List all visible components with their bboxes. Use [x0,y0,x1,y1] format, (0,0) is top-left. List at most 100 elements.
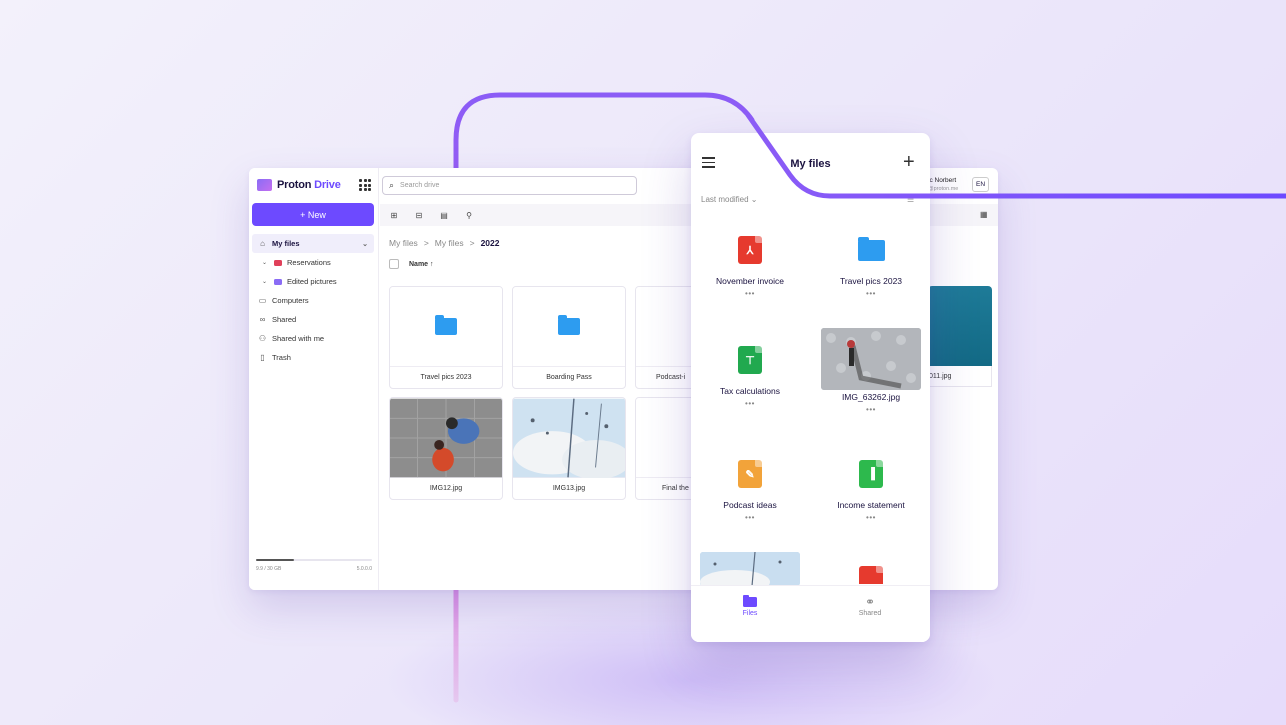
name-column-header[interactable]: Name ↑ [409,261,434,268]
purple-folder-icon [274,278,282,285]
file-card-img12[interactable]: IMG12.jpg [389,397,503,500]
sidebar-item-my-files[interactable]: ⌂ My files ⌄ [252,234,374,253]
mobile-app-panel: My files + Last modified ⌄ ☰ ⅄ November … [691,133,930,642]
upload-folder-icon[interactable]: ⊟ [414,211,424,220]
spreadsheet-icon: ⊤ [738,346,762,374]
pdf-icon[interactable] [859,566,883,584]
storage-indicator: 9.9 / 30 GB 5.0.0.0 [256,559,372,572]
link-icon: ∞ [259,314,266,324]
new-folder-icon[interactable]: ⊞ [389,211,399,220]
photo-person-icon [821,328,921,390]
more-options-icon[interactable]: ••• [816,513,926,522]
file-card-img13[interactable]: IMG13.jpg [512,397,626,500]
computer-icon: ▭ [258,295,267,305]
users-icon: ⚇ [258,333,267,343]
pdf-icon [859,566,883,584]
sidebar-item-shared-with-me[interactable]: ⚇ Shared with me [252,329,374,348]
more-options-icon[interactable]: ••• [816,289,926,298]
grid-view-icon[interactable]: ▦ [980,210,988,219]
file-name: November invoice [715,276,785,286]
more-options-icon[interactable]: ••• [695,289,805,298]
add-icon[interactable]: + [903,151,915,174]
breadcrumb-current: 2022 [480,238,500,248]
upload-file-icon[interactable]: ▤ [439,211,449,220]
folder-icon [857,236,885,261]
user-menu[interactable]: ic Norbert @proton.me [928,177,958,193]
file-name: Podcast ideas [723,500,777,510]
file-name: IMG13.jpg [552,485,586,492]
photo-thumbnail[interactable] [928,286,992,366]
tab-files[interactable]: Files [720,594,780,617]
tab-label: Files [742,610,758,617]
sort-dropdown[interactable]: Last modified ⌄ [701,195,758,204]
sidebar-item-computers[interactable]: ▭ Computers [252,291,374,310]
photo-thumbnail [390,398,502,478]
sidebar-nav: ⌂ My files ⌄ ⌄ Reservations ⌄ Edited pic… [252,234,374,367]
page-title: My files [790,158,831,170]
more-options-icon[interactable]: ••• [695,513,805,522]
mobile-file-img63262[interactable]: IMG_63262.jpg ••• [816,327,926,414]
language-selector[interactable]: EN [972,177,989,192]
breadcrumb-separator: > [469,238,475,248]
sidebar-item-label: Edited pictures [287,277,337,286]
mobile-file-tax-calculations[interactable]: ⊤ Tax calculations ••• [695,335,805,408]
sidebar-item-label: My files [272,239,300,248]
sidebar-item-label: Computers [272,296,309,305]
list-view-icon[interactable]: ☰ [907,195,914,204]
link-icon: ⚭ [864,595,876,609]
more-options-icon[interactable]: ••• [816,405,926,414]
sidebar-item-label: Shared with me [272,334,325,343]
storage-used: 9.9 / 30 GB [256,566,282,572]
file-card-travel-pics[interactable]: Travel pics 2023 [389,286,503,389]
app-version: 5.0.0.0 [356,566,372,572]
note-icon: ✎ [738,460,762,488]
proton-drive-logo-icon [257,179,272,191]
tab-label: Shared [858,610,882,617]
sidebar-item-label: Trash [272,353,291,362]
mobile-file-november-invoice[interactable]: ⅄ November invoice ••• [695,225,805,298]
chevron-down-icon[interactable]: ⌄ [362,240,368,248]
sidebar-item-edited-pictures[interactable]: ⌄ Edited pictures [252,272,374,291]
breadcrumb: My files > My files > 2022 [389,238,499,248]
link-icon[interactable]: ⚲ [464,211,474,220]
new-button[interactable]: + New [252,203,374,226]
search-icon: ⌕ [389,180,395,190]
breadcrumb-item[interactable]: My files [389,238,418,248]
file-name: Tax calculations [719,386,780,396]
column-header-row: Name ↑ [389,259,434,269]
file-card-boarding-pass[interactable]: Boarding Pass [512,286,626,389]
breadcrumb-item[interactable]: My files [435,238,464,248]
sidebar-item-trash[interactable]: ▯ Trash [252,348,374,367]
trash-icon: ▯ [260,352,265,362]
sidebar-item-reservations[interactable]: ⌄ Reservations [252,253,374,272]
chevron-down-icon[interactable]: ⌄ [260,259,269,267]
select-all-checkbox[interactable] [389,259,399,269]
photo-thumbnail [821,328,921,390]
proton-drive-logo[interactable]: Proton Drive [257,179,341,191]
mobile-file-income-statement[interactable]: ▐ Income statement ••• [816,449,926,522]
mobile-file-podcast-ideas[interactable]: ✎ Podcast ideas ••• [695,449,805,522]
file-name: Travel pics 2023 [420,374,472,381]
folder-icon [435,315,457,335]
photo-thumbnail[interactable] [700,552,800,586]
tab-shared[interactable]: ⚭ Shared [840,594,900,617]
drive-icon: ⌂ [260,238,265,248]
more-options-icon[interactable]: ••• [695,399,805,408]
photo-people-icon [390,398,502,477]
file-name: Boarding Pass [546,374,592,381]
sidebar-item-label: Shared [272,315,297,324]
user-name: ic Norbert [928,177,957,184]
storage-fill [256,559,295,561]
sidebar-item-label: Reservations [287,258,331,267]
file-name: IMG_63262.jpg [841,392,901,402]
folder-icon [558,315,580,335]
file-name: Travel pics 2023 [839,276,903,286]
bottom-tab-bar: Files ⚭ Shared [691,585,930,642]
file-name: 011.jpg [928,366,992,387]
app-grid-icon[interactable] [359,179,371,191]
chevron-down-icon[interactable]: ⌄ [260,278,269,286]
mobile-file-travel-pics[interactable]: Travel pics 2023 ••• [816,225,926,298]
sidebar-item-shared[interactable]: ∞ Shared [252,310,374,329]
logo-text: Proton Drive [277,179,341,191]
search-input[interactable]: ⌕ Search drive [382,176,637,195]
